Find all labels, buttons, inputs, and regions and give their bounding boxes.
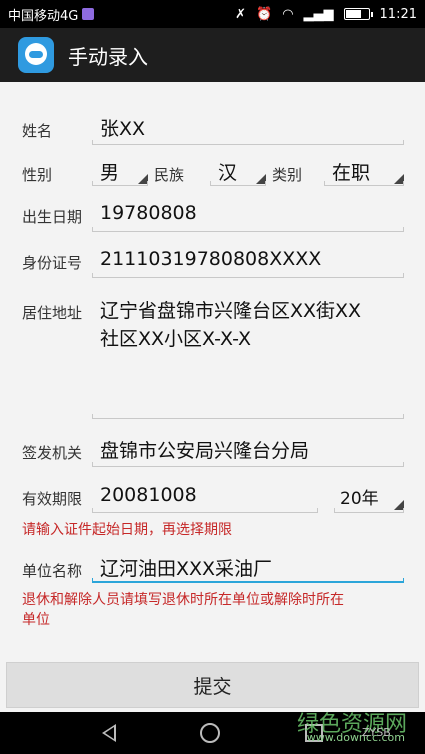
unit-underline — [92, 578, 404, 583]
alarm-icon: ⏰ — [256, 6, 273, 22]
action-bar: 手动录入 — [0, 28, 425, 82]
id-underline — [92, 273, 404, 278]
app-logo-icon[interactable] — [18, 37, 54, 73]
gender-underline — [92, 181, 148, 186]
category-dropdown[interactable]: 在职 — [324, 156, 404, 186]
category-underline — [324, 181, 404, 186]
signal-icon: ▂▄▆ — [303, 6, 334, 22]
category-label: 类别 — [272, 166, 303, 184]
issuer-field[interactable]: 盘锦市公安局兴隆台分局 — [100, 436, 309, 463]
unit-field[interactable]: 辽河油田XXX采油厂 — [100, 554, 272, 581]
carrier-info: 中国移动4G — [8, 5, 95, 24]
valid-hint: 请输入证件起始日期，再选择期限 — [22, 522, 232, 538]
name-label: 姓名 — [22, 122, 53, 140]
valid-term-underline — [334, 508, 404, 513]
clock: 11:21 — [379, 6, 417, 22]
address-field[interactable]: 辽宁省盘锦市兴隆台区XX街XX 社区XX小区X-X-X — [92, 292, 404, 418]
wechat-watermark: ZYSB — [362, 726, 391, 739]
birth-label: 出生日期 — [22, 208, 83, 226]
unit-label: 单位名称 — [22, 562, 83, 580]
gender-dropdown[interactable]: 男 — [92, 156, 148, 186]
ethnicity-underline — [210, 181, 266, 186]
submit-button[interactable]: 提交 — [6, 662, 419, 708]
valid-label: 有效期限 — [22, 490, 83, 508]
address-underline — [92, 414, 404, 419]
notification-icon — [82, 8, 95, 20]
unit-hint-line-2: 单位 — [22, 612, 50, 628]
name-field[interactable]: 张XX — [100, 114, 145, 141]
status-bar: 中国移动4G ✗ ⏰ ◠ ▂▄▆ 11:21 — [0, 0, 425, 28]
ethnicity-value: 汉 — [218, 162, 238, 184]
back-icon[interactable] — [102, 724, 117, 742]
home-icon[interactable] — [200, 723, 221, 743]
address-line-1: 辽宁省盘锦市兴隆台区XX街XX — [100, 300, 362, 322]
unit-hint-line-1: 退休和解除人员请填写退休时所在单位或解除时所在 — [22, 592, 344, 608]
issuer-underline — [92, 462, 404, 467]
carrier-text: 中国移动4G — [8, 8, 79, 24]
ethnicity-label: 民族 — [154, 166, 185, 184]
valid-term-value: 20年 — [340, 489, 379, 509]
address-line-2: 社区XX小区X-X-X — [100, 328, 252, 350]
id-field[interactable]: 21110319780808XXXX — [100, 248, 321, 270]
name-underline — [92, 140, 404, 145]
manual-entry-form: 姓名 张XX 性别 男 民族 汉 类别 在职 出生日期 19780808 身份证… — [0, 82, 425, 662]
birth-underline — [92, 227, 404, 232]
address-label: 居住地址 — [22, 304, 83, 322]
gender-label: 性别 — [22, 166, 53, 184]
birth-field[interactable]: 19780808 — [100, 202, 197, 224]
ethnicity-dropdown[interactable]: 汉 — [210, 156, 266, 186]
valid-date-field[interactable]: 20081008 — [100, 484, 197, 506]
valid-term-dropdown[interactable]: 20年 — [334, 482, 404, 512]
id-label: 身份证号 — [22, 254, 83, 272]
vibrate-icon: ✗ — [235, 6, 246, 22]
valid-date-underline — [92, 508, 318, 513]
battery-icon — [343, 8, 373, 20]
issuer-label: 签发机关 — [22, 444, 83, 462]
wifi-icon: ◠ — [282, 6, 294, 22]
category-value: 在职 — [332, 162, 371, 184]
page-title: 手动录入 — [68, 44, 148, 69]
gender-value: 男 — [100, 162, 120, 184]
